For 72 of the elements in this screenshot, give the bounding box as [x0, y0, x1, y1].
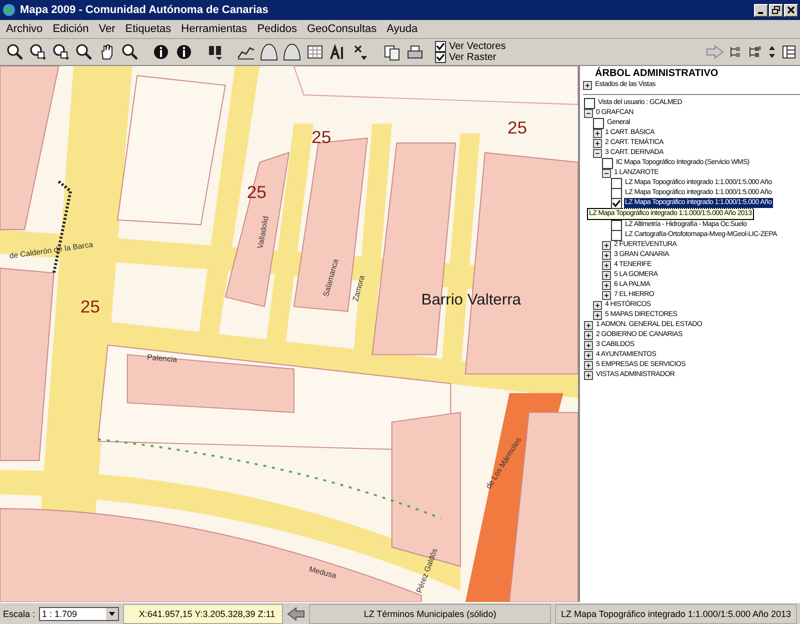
- checkbox[interactable]: [584, 98, 595, 108]
- dome-icon: [260, 43, 278, 61]
- expand-icon[interactable]: [584, 370, 593, 380]
- expand-icon[interactable]: [584, 320, 593, 330]
- info-alt-icon: [175, 43, 193, 61]
- restore-icon: [772, 6, 780, 14]
- checkbox[interactable]: [593, 118, 604, 128]
- swap-arrows-icon[interactable]: [767, 45, 777, 59]
- menu-item[interactable]: Etiquetas: [125, 23, 172, 35]
- cursor-select-icon: [352, 43, 370, 61]
- print-icon: [406, 43, 424, 61]
- scale-dropdown[interactable]: 1 : 1.709: [39, 606, 120, 620]
- checkbox[interactable]: [611, 178, 622, 188]
- contour-label: 25: [312, 127, 332, 147]
- info-icon: [152, 43, 170, 61]
- copy-icon: [383, 43, 401, 61]
- contour-label: 25: [507, 118, 528, 138]
- expand-icon[interactable]: [593, 310, 602, 320]
- expand-icon[interactable]: [602, 250, 611, 260]
- tree-level-icon[interactable]: [729, 45, 743, 59]
- expand-icon[interactable]: [584, 360, 593, 370]
- expand-icon[interactable]: [602, 280, 611, 290]
- checkbox[interactable]: Ver Raster: [435, 52, 506, 63]
- menu-item[interactable]: Ayuda: [386, 23, 418, 35]
- restore-button[interactable]: [769, 4, 783, 16]
- expand-icon[interactable]: [602, 240, 611, 250]
- contour-label: 25: [246, 182, 266, 202]
- expand-icon[interactable]: [584, 350, 593, 360]
- panel-icon[interactable]: [782, 45, 796, 59]
- grid-icon: [306, 43, 324, 61]
- toolbar-button[interactable]: [281, 41, 303, 63]
- expand-icon[interactable]: [584, 340, 593, 350]
- raster-layer-status: LZ Mapa Topográfico integrado 1:1.000/1:5.000 Año 2013: [555, 604, 798, 624]
- zoom-in-icon: [6, 43, 24, 61]
- menu-item[interactable]: Ver: [98, 23, 116, 35]
- scale-label: Escala :: [3, 608, 36, 618]
- tree-title: ÁRBOL ADMINISTRATIVO: [594, 68, 720, 80]
- expand-icon[interactable]: [593, 148, 602, 158]
- checkbox[interactable]: [611, 230, 622, 240]
- menu-item[interactable]: Edición: [52, 23, 89, 35]
- expand-icon[interactable]: [583, 80, 592, 90]
- zoom-window-icon: [29, 43, 47, 61]
- coordinates-readout: X:641.957,15 Y:3.205.328,39 Z:11: [123, 604, 284, 624]
- zoom-area-icon: [75, 43, 93, 61]
- window-title: Mapa 2009 - Comunidad Autónoma de Canarias: [20, 4, 270, 16]
- checkbox[interactable]: [611, 220, 622, 230]
- menu-item[interactable]: Pedidos: [257, 23, 297, 35]
- tree-level-icon[interactable]: [748, 45, 762, 59]
- expand-icon[interactable]: [602, 270, 611, 280]
- menu-item[interactable]: Archivo: [6, 23, 43, 35]
- checkbox[interactable]: Ver Vectores: [435, 41, 506, 52]
- contour-label: 25: [80, 296, 100, 316]
- checkbox[interactable]: [611, 188, 622, 198]
- close-button[interactable]: [784, 4, 798, 16]
- expand-icon[interactable]: [593, 300, 602, 310]
- toolbar-button[interactable]: [258, 41, 280, 63]
- check-icon: [612, 198, 621, 208]
- vector-layer-status: LZ Términos Municipales (sólido): [309, 604, 552, 624]
- district-label: Barrio Valterra: [421, 292, 521, 309]
- mound-icon: [283, 43, 301, 61]
- expand-icon[interactable]: [593, 138, 602, 148]
- menu-item[interactable]: GeoConsultas: [306, 23, 377, 35]
- zoom-out-window-icon: [52, 43, 70, 61]
- expand-icon[interactable]: [602, 260, 611, 270]
- checkbox[interactable]: [602, 158, 613, 168]
- minimize-button[interactable]: [754, 4, 768, 16]
- expand-icon[interactable]: [602, 290, 611, 300]
- expand-icon[interactable]: [584, 330, 593, 340]
- arrow-left-icon[interactable]: [287, 606, 306, 620]
- checkbox[interactable]: [611, 198, 622, 208]
- close-icon: [787, 6, 795, 14]
- menu-item[interactable]: Herramientas: [181, 23, 248, 35]
